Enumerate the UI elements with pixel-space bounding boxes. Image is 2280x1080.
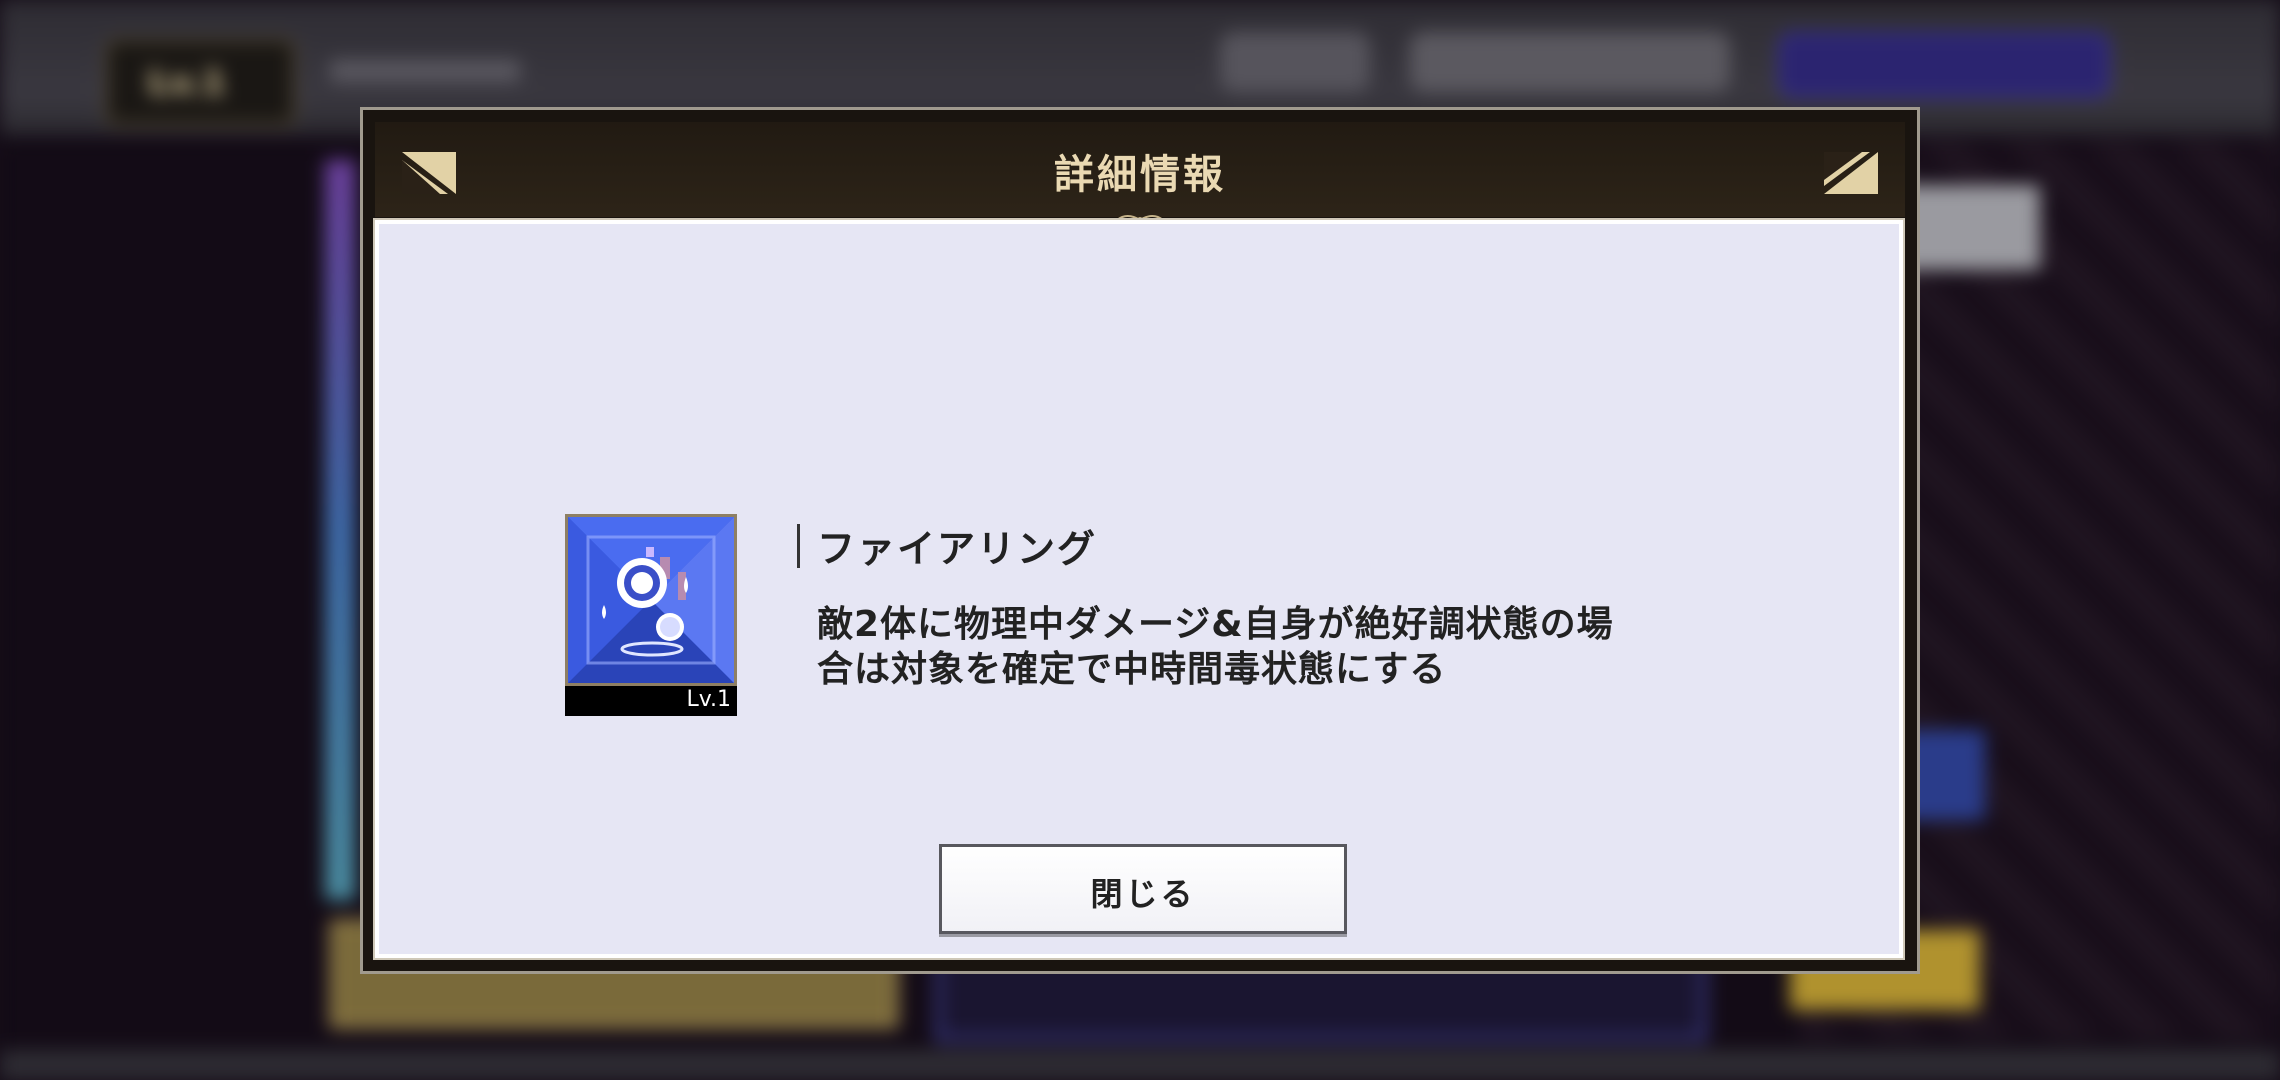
skill-name: ファイアリング <box>817 527 1098 571</box>
dialog-title: 詳細情報 <box>1054 152 1226 198</box>
level-badge: Lv.1 <box>105 38 296 126</box>
detail-dialog: 詳細情報 Lv.1 ファイアリング 敵2体に物理中ダメージ&自身が絶好調状態の場… <box>360 107 1920 974</box>
skill-poison-bubble-icon <box>565 514 737 686</box>
character-card <box>325 160 355 900</box>
skill-level: Lv.1 <box>686 687 731 712</box>
skill-name-marker <box>797 524 800 568</box>
dialog-header: 詳細情報 <box>375 122 1905 225</box>
skill-description: 敵2体に物理中ダメージ&自身が絶好調状態の場 合は対象を確定で中時間毒状態にする <box>817 604 1614 690</box>
top-bar-text <box>330 60 520 82</box>
top-button-2 <box>1410 32 1730 92</box>
skill-level-bar: Lv.1 <box>565 686 737 716</box>
bottom-bar <box>0 1050 2280 1080</box>
level-badge-text: Lv.1 <box>148 63 226 103</box>
close-button[interactable]: 閉じる <box>939 844 1347 934</box>
top-button-1 <box>1220 32 1370 92</box>
dialog-body: Lv.1 ファイアリング 敵2体に物理中ダメージ&自身が絶好調状態の場 合は対象… <box>373 218 1905 960</box>
top-button-3 <box>1778 32 2110 98</box>
close-button-label: 閉じる <box>1090 875 1196 913</box>
